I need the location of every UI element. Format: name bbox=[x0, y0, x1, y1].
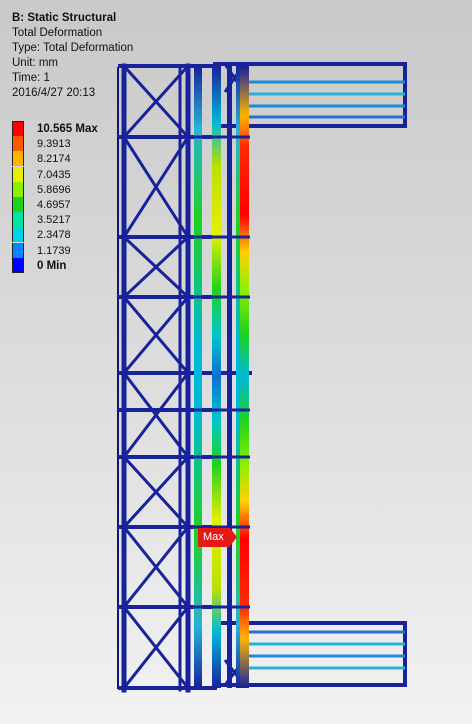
truss-model[interactable] bbox=[0, 0, 472, 724]
max-flag: Max bbox=[198, 528, 237, 547]
max-probe-label[interactable]: Max bbox=[198, 527, 237, 547]
right-columns bbox=[192, 66, 250, 688]
graphics-viewport[interactable]: B: Static Structural Total Deformation T… bbox=[0, 0, 472, 724]
